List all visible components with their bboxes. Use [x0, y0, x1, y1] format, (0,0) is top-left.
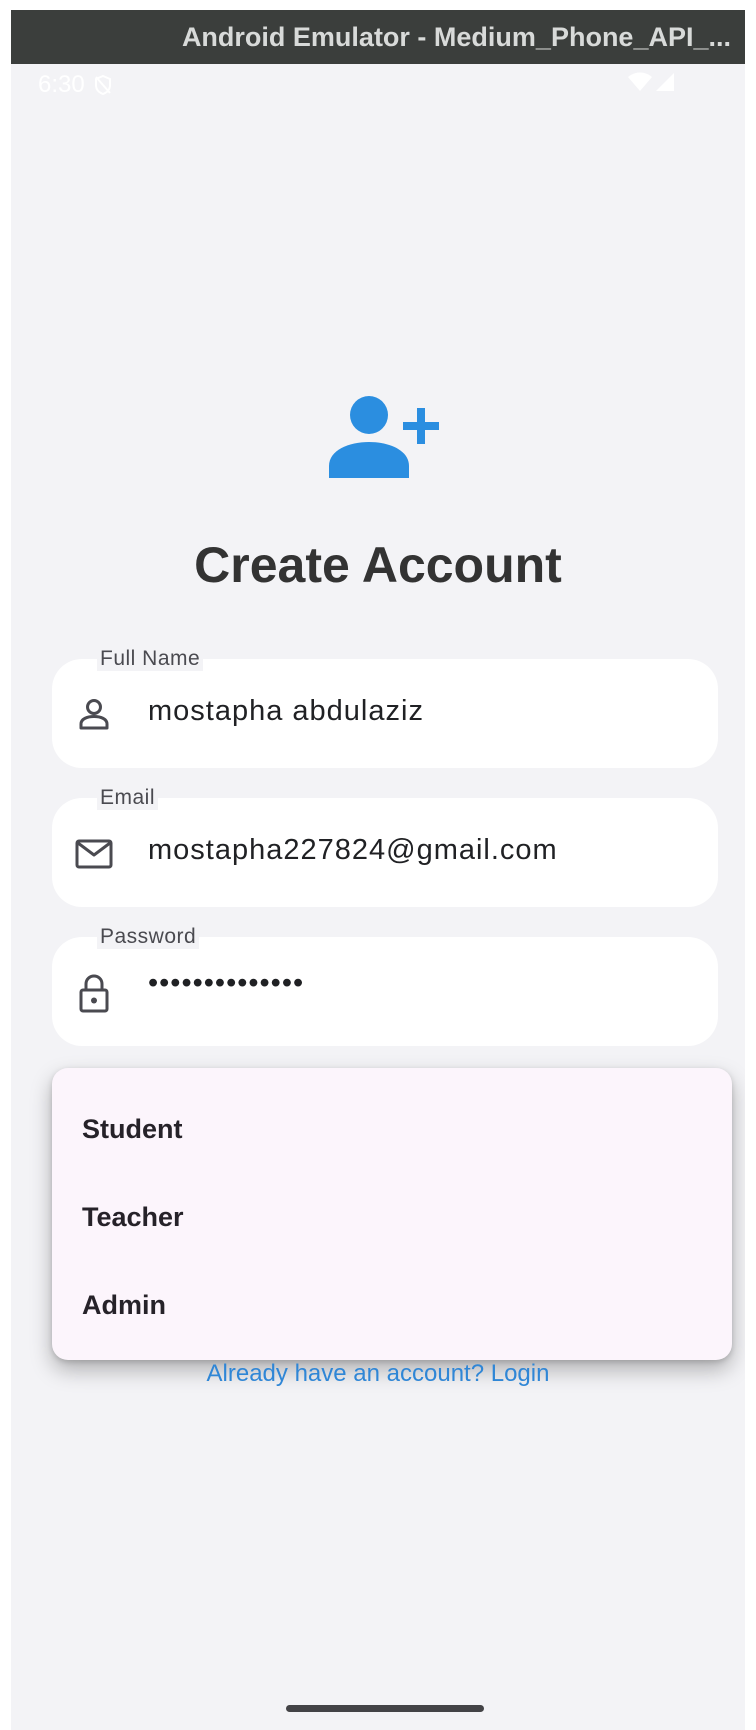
shield-off-icon [94, 74, 111, 96]
password-label: Password [97, 925, 200, 949]
home-indicator[interactable] [286, 1705, 484, 1712]
email-input[interactable]: mostapha227824@gmail.com [148, 834, 558, 867]
phone-screen: 6:30 Create Account mostapha abdulaziz F… [11, 64, 745, 1730]
page-title: Create Account [194, 537, 562, 593]
email-field[interactable]: mostapha227824@gmail.com [52, 798, 718, 907]
status-left: 6:30 [38, 71, 113, 99]
cell-signal-icon [656, 73, 674, 91]
full-name-input[interactable]: mostapha abdulaziz [148, 695, 424, 728]
person-add-icon [329, 396, 439, 478]
full-name-field[interactable]: mostapha abdulaziz [52, 659, 718, 768]
login-link[interactable]: Already have an account? Login [11, 1360, 745, 1388]
dropdown-option-admin[interactable]: Admin [82, 1290, 166, 1321]
status-right [627, 72, 675, 92]
password-field[interactable]: •••••••••••••• [52, 937, 718, 1046]
mail-icon [75, 839, 113, 869]
person-icon [79, 699, 109, 730]
password-input[interactable]: •••••••••••••• [148, 967, 304, 1000]
lock-icon [79, 974, 109, 1013]
status-time: 6:30 [38, 71, 85, 98]
dropdown-option-student[interactable]: Student [82, 1114, 183, 1145]
dropdown-option-teacher[interactable]: Teacher [82, 1202, 184, 1233]
window-title: Android Emulator - Medium_Phone_API_... [181, 21, 731, 52]
wifi-icon [628, 72, 652, 91]
emulator-frame: Android Emulator - Medium_Phone_API_... … [0, 0, 756, 1730]
emulator-title-bar: Android Emulator - Medium_Phone_API_... [11, 10, 745, 64]
role-dropdown-menu: Student Teacher Admin [52, 1068, 732, 1360]
full-name-label: Full Name [97, 647, 204, 671]
status-bar: 6:30 [11, 64, 745, 106]
email-label: Email [97, 786, 159, 810]
